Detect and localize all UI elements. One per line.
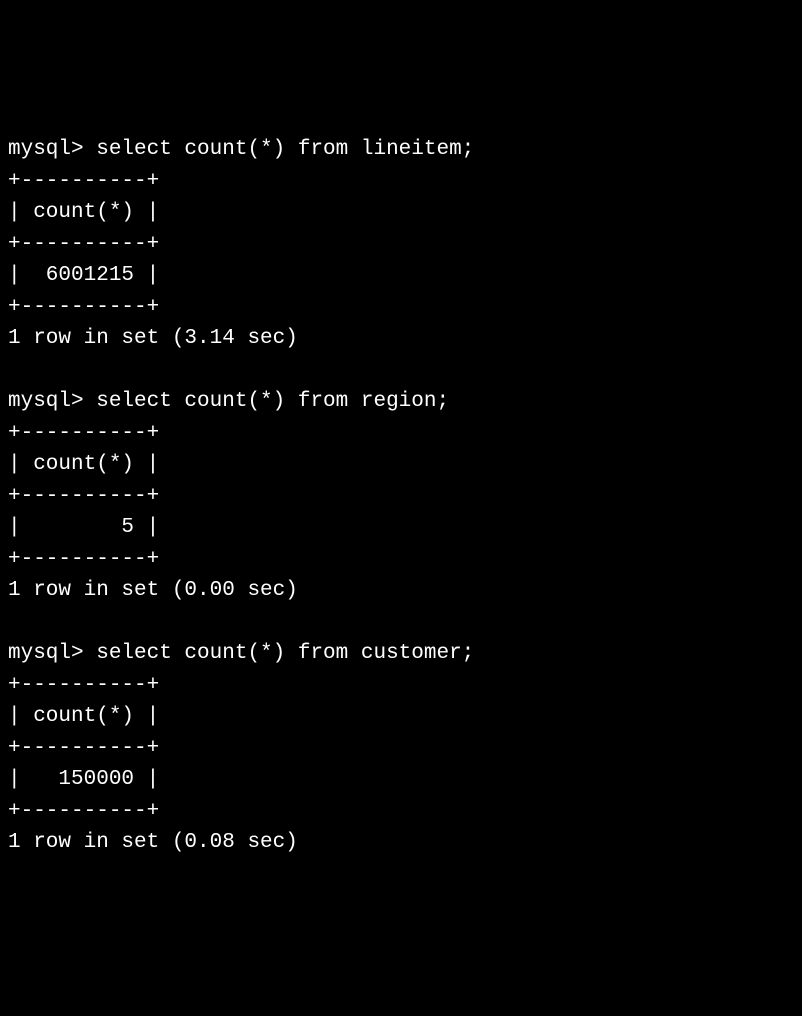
mysql-prompt: mysql> xyxy=(8,642,96,665)
table-border: +----------+ xyxy=(8,548,159,571)
sql-command: select count(*) from lineitem; xyxy=(96,138,474,161)
table-border: +----------+ xyxy=(8,674,159,697)
table-border: +----------+ xyxy=(8,296,159,319)
table-border: +----------+ xyxy=(8,485,159,508)
mysql-prompt: mysql> xyxy=(8,138,96,161)
result-footer: 1 row in set (3.14 sec) xyxy=(8,327,298,350)
table-header: | count(*) | xyxy=(8,201,159,224)
table-border: +----------+ xyxy=(8,170,159,193)
table-border: +----------+ xyxy=(8,737,159,760)
mysql-prompt: mysql> xyxy=(8,390,96,413)
sql-command: select count(*) from customer; xyxy=(96,642,474,665)
sql-command: select count(*) from region; xyxy=(96,390,449,413)
terminal-output[interactable]: mysql> select count(*) from lineitem; +-… xyxy=(8,134,794,859)
result-footer: 1 row in set (0.00 sec) xyxy=(8,579,298,602)
table-border: +----------+ xyxy=(8,800,159,823)
table-border: +----------+ xyxy=(8,233,159,256)
result-footer: 1 row in set (0.08 sec) xyxy=(8,831,298,854)
table-header: | count(*) | xyxy=(8,705,159,728)
table-value-row: | 6001215 | xyxy=(8,264,159,287)
table-value-row: | 150000 | xyxy=(8,768,159,791)
table-value-row: | 5 | xyxy=(8,516,159,539)
table-header: | count(*) | xyxy=(8,453,159,476)
table-border: +----------+ xyxy=(8,422,159,445)
